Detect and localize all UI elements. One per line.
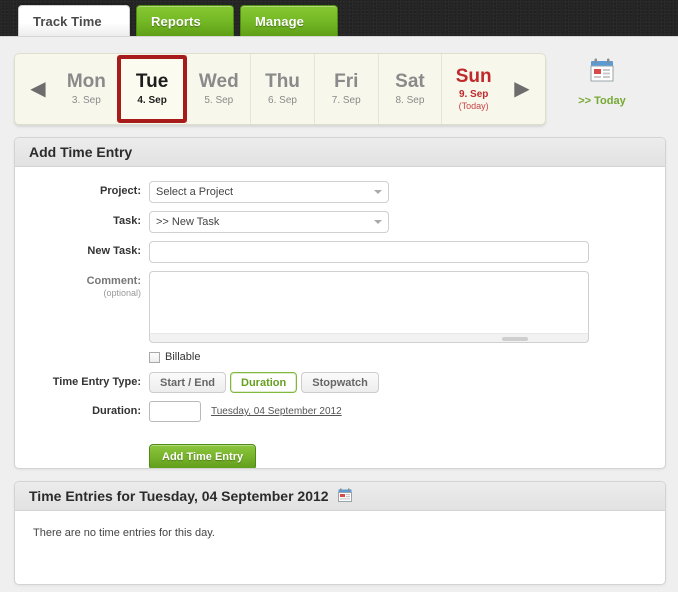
billable-row: Billable (149, 351, 665, 363)
task-select[interactable]: >> New Task (149, 211, 389, 233)
day-dow-label: Thu (265, 71, 300, 93)
time-entries-title: Time Entries for Tuesday, 04 September 2… (29, 488, 329, 504)
time-entry-type-field: Start / End Duration Stopwatch (149, 372, 665, 393)
time-entry-type-duration[interactable]: Duration (230, 372, 298, 393)
duration-controls: Tuesday, 04 September 2012 (149, 401, 665, 422)
time-entry-type-label: Time Entry Type: (52, 376, 141, 388)
comment-label: Comment: (optional) (15, 271, 149, 298)
new-task-row: New Task: (15, 241, 665, 263)
segment-label: Start / End (160, 376, 216, 389)
page-title: Add Time Entry (29, 144, 133, 160)
project-row: Project: Select a Project (15, 181, 665, 203)
day-selector-zone: ◀ Mon 3. Sep Tue 4. Sep Wed 5. Sep Thu 6… (14, 51, 664, 133)
segment-label: Stopwatch (312, 376, 368, 389)
time-entries-body: There are no time entries for this day. (15, 511, 665, 555)
tab-reports[interactable]: Reports (136, 5, 234, 36)
task-field: >> New Task (149, 211, 665, 233)
day-cell-tue-selected[interactable]: Tue 4. Sep (116, 55, 188, 123)
day-cell-thu[interactable]: Thu 6. Sep (250, 54, 314, 124)
tab-track-time[interactable]: Track Time (18, 5, 130, 36)
day-date-label: 7. Sep (331, 94, 361, 106)
add-time-entry-button-label: Add Time Entry (162, 451, 244, 463)
time-entries-title-bar: Time Entries for Tuesday, 04 September 2… (15, 482, 665, 511)
task-select-wrap: >> New Task (149, 211, 389, 233)
today-link[interactable]: >> Today (562, 95, 642, 107)
project-select-wrap: Select a Project (149, 181, 389, 203)
day-date-label: 3. Sep (71, 94, 101, 106)
comment-field (149, 271, 665, 343)
day-cell-fri[interactable]: Fri 7. Sep (313, 54, 378, 124)
task-row: Task: >> New Task (15, 211, 665, 233)
add-time-entry-button[interactable]: Add Time Entry (149, 444, 257, 468)
billable-label: Billable (165, 351, 201, 363)
tab-manage-label: Manage (255, 13, 305, 29)
time-entry-type-stopwatch[interactable]: Stopwatch (301, 372, 379, 393)
duration-input[interactable] (149, 401, 201, 422)
day-dow-label: Mon (66, 71, 106, 93)
day-date-label: 5. Sep (204, 94, 234, 106)
comment-textarea[interactable] (149, 271, 589, 333)
duration-field: Tuesday, 04 September 2012 (149, 401, 665, 422)
today-note-label: (Today) (458, 101, 489, 112)
empty-state-message: There are no time entries for this day. (33, 527, 215, 539)
time-entries-panel: Time Entries for Tuesday, 04 September 2… (14, 481, 666, 585)
day-dow-label: Sun (455, 65, 492, 87)
day-cell-wed[interactable]: Wed 5. Sep (186, 54, 250, 124)
new-task-input[interactable] (149, 241, 589, 263)
add-time-entry-title-bar: Add Time Entry (15, 138, 665, 167)
add-time-entry-form: Project: Select a Project Task: >> New T… (15, 167, 665, 468)
day-dow-label: Tue (135, 71, 169, 93)
time-entry-type-start-end[interactable]: Start / End (149, 372, 227, 393)
day-date-label: 8. Sep (395, 94, 425, 106)
add-time-entry-panel: Add Time Entry Project: Select a Project… (14, 137, 666, 469)
day-dow-label: Fri (334, 71, 359, 93)
tab-manage[interactable]: Manage (240, 5, 338, 36)
day-date-label: 9. Sep (458, 89, 489, 101)
calendar-icon[interactable] (588, 57, 616, 88)
tab-track-time-label: Track Time (33, 13, 102, 29)
calendar-icon[interactable] (337, 488, 352, 505)
day-cell-mon[interactable]: Mon 3. Sep (55, 54, 118, 124)
task-label: Task: (113, 215, 141, 227)
comment-optional-label: (optional) (103, 288, 141, 298)
duration-row: Duration: Tuesday, 04 September 2012 (15, 401, 665, 422)
project-label: Project: (100, 185, 141, 197)
day-cell-sun-today[interactable]: Sun 9. Sep (Today) (441, 54, 505, 124)
main-tabs: Track Time Reports Manage (18, 5, 344, 36)
day-list: Mon 3. Sep Tue 4. Sep Wed 5. Sep Thu 6. … (55, 54, 505, 124)
app-header-bar: Track Time Reports Manage (0, 0, 678, 36)
comment-textarea-wrap (149, 271, 589, 343)
page-body: ◀ Mon 3. Sep Tue 4. Sep Wed 5. Sep Thu 6… (0, 36, 678, 592)
billable-checkbox[interactable] (149, 351, 160, 363)
resize-grip-icon[interactable] (502, 337, 528, 341)
new-task-field (149, 241, 665, 263)
day-dow-label: Wed (198, 71, 239, 93)
next-week-arrow-icon[interactable]: ▶ (505, 79, 539, 99)
comment-row: Comment: (optional) (15, 271, 665, 343)
comment-label-text: Comment: (86, 275, 141, 287)
day-date-label: 6. Sep (268, 94, 297, 106)
duration-label: Duration: (92, 405, 141, 417)
time-entry-type-group: Start / End Duration Stopwatch (149, 372, 665, 393)
day-cell-sat[interactable]: Sat 8. Sep (377, 54, 442, 124)
entry-date-link[interactable]: Tuesday, 04 September 2012 (211, 406, 342, 417)
time-entry-type-row: Time Entry Type: Start / End Duration St… (15, 372, 665, 393)
project-select[interactable]: Select a Project (149, 181, 389, 203)
prev-week-arrow-icon[interactable]: ◀ (21, 79, 55, 99)
day-dow-label: Sat (395, 71, 425, 93)
tab-reports-label: Reports (151, 13, 201, 29)
day-selector: ◀ Mon 3. Sep Tue 4. Sep Wed 5. Sep Thu 6… (14, 53, 546, 125)
project-field: Select a Project (149, 181, 665, 203)
comment-resize-bar[interactable] (149, 333, 589, 343)
today-shortcut: >> Today (562, 57, 642, 107)
day-date-label: 4. Sep (137, 94, 167, 106)
new-task-label: New Task: (87, 245, 141, 257)
segment-label: Duration (241, 376, 287, 389)
